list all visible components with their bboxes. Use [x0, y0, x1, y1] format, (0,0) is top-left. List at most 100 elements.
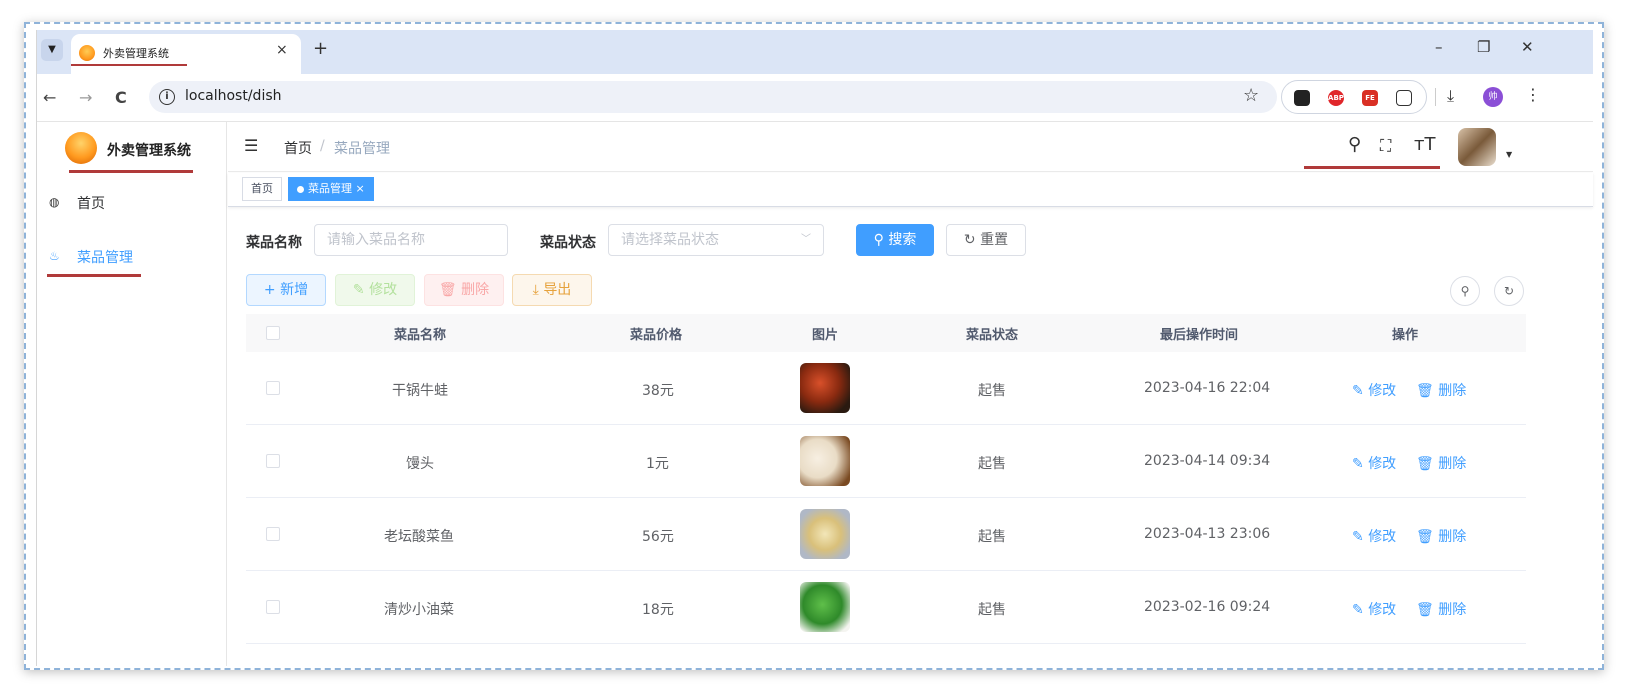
- button-label: 新增: [280, 282, 309, 298]
- toolbar-divider: [1435, 88, 1436, 106]
- profile-avatar[interactable]: 帅: [1483, 87, 1503, 107]
- caret-down-icon[interactable]: ▼: [1506, 150, 1512, 159]
- op-label: 修改: [1368, 456, 1397, 472]
- restore-button[interactable]: ❐: [1477, 38, 1490, 56]
- select-all-checkbox[interactable]: [266, 326, 280, 340]
- avatar[interactable]: [1458, 128, 1496, 166]
- search-button[interactable]: ⚲ 搜索: [856, 224, 934, 256]
- row-checkbox[interactable]: [266, 527, 280, 541]
- row-delete-button[interactable]: 🗑 删除: [1416, 453, 1466, 473]
- breadcrumb-home[interactable]: 首页: [284, 138, 312, 158]
- browser-toolbar: ← → C i localhost/dish ☆ ABP FE ⤓ 帅 ⋮: [37, 74, 1593, 122]
- dish-status-select[interactable]: 请选择菜品状态 ﹀: [608, 224, 824, 256]
- dish-status: 起售: [978, 602, 1006, 618]
- row-edit-button[interactable]: ✎ 修改: [1352, 526, 1396, 546]
- breadcrumb-current: 菜品管理: [334, 141, 390, 157]
- toggle-search-icon[interactable]: ⚲: [1450, 276, 1480, 306]
- th-status: 菜品状态: [966, 328, 1019, 343]
- op-label: 删除: [1438, 529, 1467, 545]
- button-label: 删除: [461, 282, 490, 298]
- row-delete-button[interactable]: 🗑 删除: [1416, 380, 1466, 400]
- logo: 外卖管理系统: [57, 128, 207, 178]
- tag-dish[interactable]: 菜品管理 ×: [288, 177, 374, 201]
- row-delete-button[interactable]: 🗑 删除: [1416, 526, 1466, 546]
- search-icon[interactable]: ⚲: [1348, 134, 1361, 155]
- reset-button[interactable]: ↻ 重置: [946, 224, 1026, 256]
- bookmark-star-icon[interactable]: ☆: [1243, 85, 1259, 106]
- url-text[interactable]: localhost/dish: [185, 88, 282, 104]
- fullscreen-icon[interactable]: ⛶: [1380, 136, 1391, 156]
- edit-button[interactable]: ✎ 修改: [335, 274, 415, 306]
- tag-close-icon[interactable]: ×: [356, 182, 365, 195]
- site-info-icon[interactable]: i: [159, 89, 175, 105]
- add-button[interactable]: + 新增: [246, 274, 326, 306]
- dish-time: 2023-02-16 09:24: [1144, 599, 1271, 615]
- hamburger-icon[interactable]: ☰: [244, 136, 258, 155]
- op-label: 删除: [1438, 602, 1467, 618]
- dish-name: 干锅牛蛙: [392, 383, 448, 399]
- download-icon[interactable]: ⤓: [1447, 86, 1454, 106]
- dish-image[interactable]: [800, 509, 850, 559]
- dish-image[interactable]: [800, 363, 850, 413]
- annotation-underline: [69, 170, 193, 173]
- dish-time: 2023-04-16 22:04: [1144, 380, 1271, 396]
- adblock-icon[interactable]: ABP: [1328, 90, 1344, 106]
- address-bar[interactable]: i localhost/dish ☆: [149, 81, 1277, 113]
- tag-home[interactable]: 首页: [242, 177, 282, 201]
- back-button[interactable]: ←: [43, 88, 56, 107]
- chevron-down-icon: ﹀: [801, 234, 811, 245]
- th-ops: 操作: [1392, 328, 1419, 343]
- delete-button[interactable]: 🗑 删除: [424, 274, 504, 306]
- tab-close-icon[interactable]: ×: [276, 42, 288, 58]
- browser-tab[interactable]: 外卖管理系统 ×: [71, 34, 301, 74]
- tab-search-button[interactable]: ▼: [41, 39, 63, 61]
- forward-button[interactable]: →: [79, 88, 92, 107]
- dish-name: 清炒小油菜: [384, 602, 454, 618]
- name-label: 菜品名称: [246, 235, 302, 251]
- tab-title: 外卖管理系统: [103, 47, 169, 60]
- placeholder: 请输入菜品名称: [327, 232, 425, 248]
- reload-button[interactable]: C: [115, 88, 127, 107]
- new-tab-button[interactable]: +: [313, 38, 328, 59]
- dish-name: 老坛酸菜鱼: [384, 529, 454, 545]
- puzzle-icon[interactable]: [1396, 90, 1412, 106]
- sidebar-item-dish[interactable]: ♨ 菜品管理: [37, 232, 227, 282]
- op-label: 修改: [1368, 383, 1397, 399]
- browser-window: ▼ 外卖管理系统 × + – ❐ ✕ ← → C i localhost/dis…: [36, 30, 1593, 666]
- menu-kebab-icon[interactable]: ⋮: [1525, 85, 1541, 104]
- tag-label: 首页: [251, 182, 273, 195]
- dish-name-input[interactable]: 请输入菜品名称: [314, 224, 508, 256]
- dish-time: 2023-04-13 23:06: [1144, 526, 1271, 542]
- row-checkbox[interactable]: [266, 381, 280, 395]
- op-label: 删除: [1438, 383, 1467, 399]
- fe-icon[interactable]: FE: [1362, 90, 1378, 106]
- th-time: 最后操作时间: [1160, 328, 1239, 343]
- table-row: 老坛酸菜鱼 56元 起售 2023-04-13 23:06 ✎ 修改 🗑 删除: [246, 498, 1526, 571]
- th-name: 菜品名称: [394, 328, 447, 343]
- row-edit-button[interactable]: ✎ 修改: [1352, 380, 1396, 400]
- ghost-icon[interactable]: [1294, 90, 1310, 106]
- breadcrumb-separator: /: [320, 138, 325, 154]
- dish-icon: ♨: [49, 249, 60, 263]
- sidebar-item-home[interactable]: ◍ 首页: [37, 178, 227, 228]
- annotation-underline: [47, 274, 141, 277]
- text-size-icon[interactable]: тT: [1414, 134, 1435, 155]
- row-checkbox[interactable]: [266, 454, 280, 468]
- refresh-icon[interactable]: ↻: [1494, 276, 1524, 306]
- table-header: 菜品名称 菜品价格 图片 菜品状态 最后操作时间 操作: [246, 314, 1526, 352]
- export-button[interactable]: ⤓ 导出: [512, 274, 592, 306]
- row-delete-button[interactable]: 🗑 删除: [1416, 599, 1466, 619]
- row-edit-button[interactable]: ✎ 修改: [1352, 453, 1396, 473]
- close-window-button[interactable]: ✕: [1521, 38, 1534, 56]
- row-checkbox[interactable]: [266, 600, 280, 614]
- dish-status: 起售: [978, 383, 1006, 399]
- dish-status: 起售: [978, 456, 1006, 472]
- minimize-button[interactable]: –: [1435, 38, 1443, 56]
- active-dot-icon: [297, 185, 304, 193]
- table-row: 干锅牛蛙 38元 起售 2023-04-16 22:04 ✎ 修改 🗑 删除: [246, 352, 1526, 425]
- dish-price: 38元: [642, 383, 674, 399]
- dish-image[interactable]: [800, 436, 850, 486]
- dish-image[interactable]: [800, 582, 850, 632]
- extensions-group: ABP FE: [1281, 80, 1427, 114]
- row-edit-button[interactable]: ✎ 修改: [1352, 599, 1396, 619]
